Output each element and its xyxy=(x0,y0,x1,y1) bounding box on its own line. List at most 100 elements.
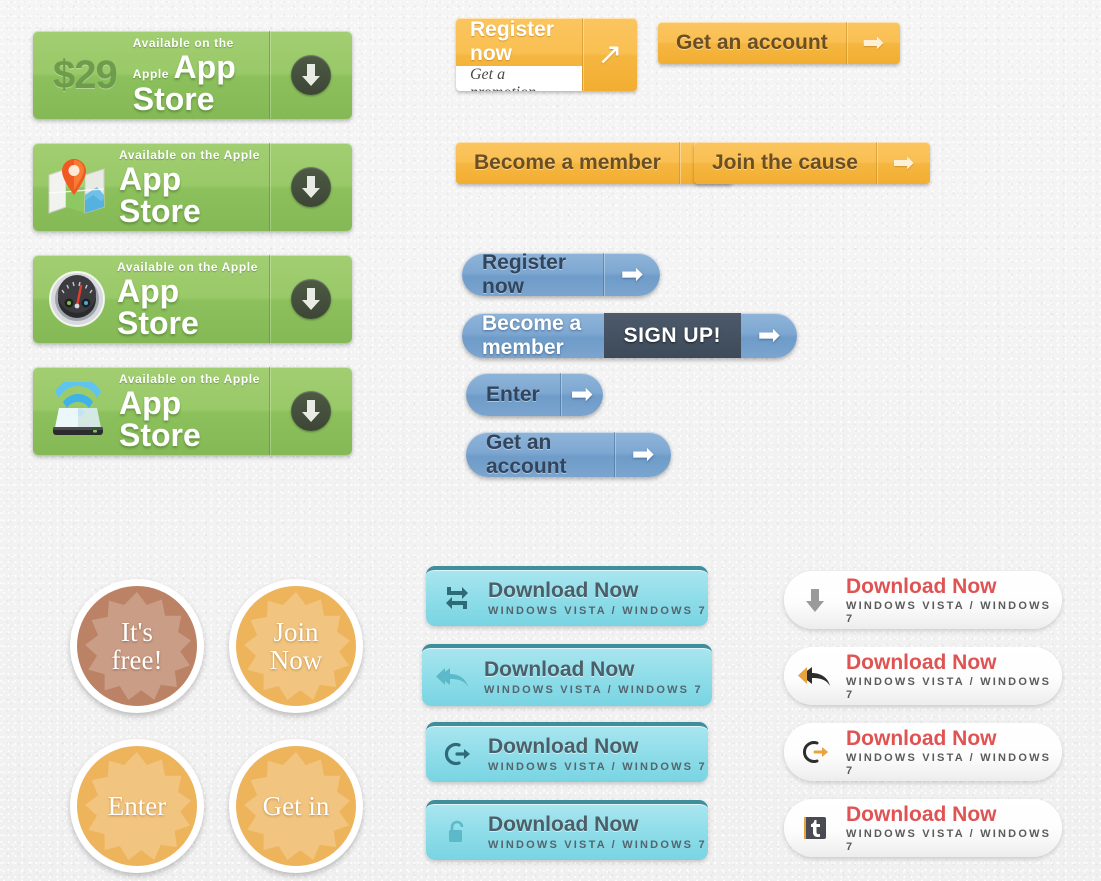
download-arrow-icon xyxy=(784,586,846,614)
white-download-text: Download Now WINDOWS VISTA / WINDOWS 7 xyxy=(846,651,1062,700)
arrow-northeast-zone[interactable]: ↗ xyxy=(583,18,637,91)
appstore-download-zone[interactable] xyxy=(270,255,352,343)
enter-label: Enter xyxy=(466,373,561,416)
badge-line-1: It's xyxy=(121,616,153,647)
arrow-right-zone[interactable]: ➡ xyxy=(561,373,603,416)
arrow-right-icon: ➡ xyxy=(620,259,644,290)
arrow-right-zone[interactable]: ➡ xyxy=(741,313,797,358)
become-a-member-blue-button[interactable]: Become a member SIGN UP! ➡ xyxy=(462,313,797,358)
download-title: Download Now xyxy=(488,579,639,603)
download-subtitle: WINDOWS VISTA / WINDOWS 7 xyxy=(846,752,1052,777)
button-showcase-canvas: $29 Available on the Apple App Store Ava… xyxy=(0,0,1101,881)
download-title: Download Now xyxy=(846,803,997,827)
arrow-right-icon: ➡ xyxy=(862,28,885,58)
download-subtitle: WINDOWS VISTA / WINDOWS 7 xyxy=(846,600,1052,625)
get-an-account-label: Get an account xyxy=(466,432,615,477)
appstore-button-content: Available on the Apple App Store xyxy=(33,143,270,231)
download-subtitle: WINDOWS VISTA / WINDOWS 7 xyxy=(846,828,1052,853)
appstore-button-map[interactable]: Available on the Apple App Store xyxy=(33,143,352,231)
appstore-download-zone[interactable] xyxy=(270,143,352,231)
map-pin-icon xyxy=(47,159,109,215)
download-arrow-icon xyxy=(291,391,331,431)
join-the-cause-label: Join the cause xyxy=(694,142,877,184)
download-title: Download Now xyxy=(846,651,997,675)
arrow-right-zone[interactable]: ➡ xyxy=(847,22,900,64)
wifi-router-icon xyxy=(47,378,109,440)
white-download-tumblr-button[interactable]: Download Now WINDOWS VISTA / WINDOWS 7 xyxy=(784,799,1062,857)
sign-out-icon xyxy=(426,741,488,767)
white-download-arrow-button[interactable]: Download Now WINDOWS VISTA / WINDOWS 7 xyxy=(784,571,1062,629)
appstore-button-router[interactable]: Available on the Apple App Store xyxy=(33,367,352,455)
become-a-member-label: Become a member xyxy=(482,313,582,358)
get-an-account-orange-button[interactable]: Get an account ➡ xyxy=(658,22,900,64)
get-an-account-label: Get an account xyxy=(658,22,847,64)
enter-badge[interactable]: Enter xyxy=(70,739,204,873)
become-a-member-orange-button[interactable]: Become a member ➡ xyxy=(456,142,733,184)
price-label: $29 xyxy=(53,52,118,97)
appstore-button-price[interactable]: $29 Available on the Apple App Store xyxy=(33,31,352,119)
download-arrow-icon xyxy=(291,279,331,319)
register-stack: Register now Get a promotion xyxy=(456,18,583,91)
download-subtitle: WINDOWS VISTA / WINDOWS 7 xyxy=(484,683,703,696)
download-arrow-icon xyxy=(291,167,331,207)
join-now-badge[interactable]: Join Now xyxy=(229,579,363,713)
download-subtitle: WINDOWS VISTA / WINDOWS 7 xyxy=(488,604,707,617)
appstore-button-content: $29 Available on the Apple App Store xyxy=(33,31,270,119)
badge-line-1: Join xyxy=(273,616,319,647)
badge-line-2: free! xyxy=(111,645,163,675)
register-now-label: Register now xyxy=(462,253,604,296)
download-title: Download Now xyxy=(846,575,997,599)
get-in-badge-label: Get in xyxy=(262,790,330,821)
get-in-badge[interactable]: Get in xyxy=(229,739,363,873)
download-title: Download Now xyxy=(488,813,639,837)
reply-all-icon xyxy=(784,663,846,689)
white-download-signout-button[interactable]: Download Now WINDOWS VISTA / WINDOWS 7 xyxy=(784,723,1062,781)
get-promotion-field[interactable]: Get a promotion xyxy=(456,66,582,91)
sign-up-chip[interactable]: SIGN UP! xyxy=(603,313,741,358)
arrow-right-icon: ➡ xyxy=(631,439,655,470)
sign-out-icon xyxy=(784,739,846,765)
teal-download-signout-button[interactable]: Download Now WINDOWS VISTA / WINDOWS 7 xyxy=(426,722,708,782)
join-the-cause-orange-button[interactable]: Join the cause ➡ xyxy=(694,142,930,184)
teal-download-text: Download Now WINDOWS VISTA / WINDOWS 7 xyxy=(488,735,707,772)
become-a-member-label: Become a member xyxy=(456,142,680,184)
download-subtitle: WINDOWS VISTA / WINDOWS 7 xyxy=(846,676,1052,701)
reply-all-icon xyxy=(422,664,484,690)
download-title: Download Now xyxy=(846,727,997,751)
appstore-subtitle: Available on the Apple xyxy=(119,148,260,162)
badge-line-2: Now xyxy=(269,645,323,675)
enter-blue-button[interactable]: Enter ➡ xyxy=(466,373,603,416)
arrow-right-zone[interactable]: ➡ xyxy=(604,253,660,296)
white-download-replyall-button[interactable]: Download Now WINDOWS VISTA / WINDOWS 7 xyxy=(784,647,1062,705)
white-download-text: Download Now WINDOWS VISTA / WINDOWS 7 xyxy=(846,727,1062,776)
appstore-title: App Store xyxy=(132,49,236,117)
register-now-blue-button[interactable]: Register now ➡ xyxy=(462,253,660,296)
arrow-right-icon: ➡ xyxy=(757,320,781,351)
download-subtitle: WINDOWS VISTA / WINDOWS 7 xyxy=(488,760,707,773)
appstore-text: Available on the Apple App Store xyxy=(119,371,269,451)
its-free-badge-label: It's free! xyxy=(106,616,169,675)
register-now-orange-button[interactable]: Register now Get a promotion ↗ xyxy=(456,18,637,91)
join-now-badge-label: Join Now xyxy=(264,616,329,675)
appstore-download-zone[interactable] xyxy=(270,31,352,119)
arrow-northeast-icon: ↗ xyxy=(597,36,623,72)
tumblr-icon xyxy=(784,815,846,841)
download-title: Download Now xyxy=(484,658,635,682)
retweet-icon xyxy=(426,585,488,611)
get-an-account-blue-button[interactable]: Get an account ➡ xyxy=(466,432,671,477)
teal-download-lock-button[interactable]: Download Now WINDOWS VISTA / WINDOWS 7 xyxy=(426,800,708,860)
register-now-label: Register now xyxy=(470,18,555,65)
arrow-right-icon: ➡ xyxy=(892,148,915,178)
white-download-text: Download Now WINDOWS VISTA / WINDOWS 7 xyxy=(846,803,1062,852)
teal-download-replyall-button[interactable]: Download Now WINDOWS VISTA / WINDOWS 7 xyxy=(422,644,712,706)
download-subtitle: WINDOWS VISTA / WINDOWS 7 xyxy=(488,838,707,851)
its-free-badge[interactable]: It's free! xyxy=(70,579,204,713)
arrow-right-zone[interactable]: ➡ xyxy=(615,432,671,477)
arrow-right-zone[interactable]: ➡ xyxy=(877,142,930,184)
appstore-download-zone[interactable] xyxy=(270,367,352,455)
appstore-title: App Store xyxy=(117,273,199,341)
appstore-subtitle: Available on the Apple xyxy=(119,372,260,386)
teal-download-text: Download Now WINDOWS VISTA / WINDOWS 7 xyxy=(484,658,703,695)
appstore-button-gauge[interactable]: Available on the Apple App Store xyxy=(33,255,352,343)
teal-download-retweet-button[interactable]: Download Now WINDOWS VISTA / WINDOWS 7 xyxy=(426,566,708,626)
